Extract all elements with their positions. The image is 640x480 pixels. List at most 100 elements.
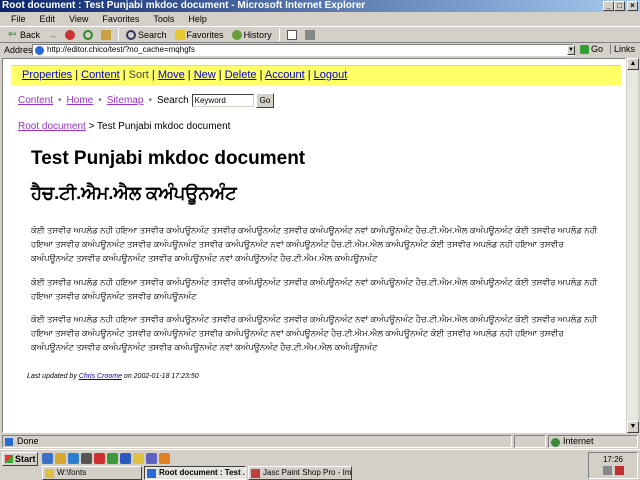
menu-tools[interactable]: Tools bbox=[146, 14, 181, 24]
page-icon bbox=[35, 46, 44, 55]
taskbar: Start W:\fonts Root document : Test ... … bbox=[0, 449, 640, 480]
stop-button[interactable] bbox=[61, 29, 79, 40]
menu-bar: File Edit View Favorites Tools Help bbox=[0, 12, 640, 26]
scroll-down-button[interactable]: ▼ bbox=[627, 421, 639, 433]
windows-logo-icon bbox=[5, 455, 13, 463]
menu-help[interactable]: Help bbox=[181, 14, 214, 24]
favorites-button[interactable]: Favorites bbox=[171, 29, 228, 40]
back-arrow-icon: ⇦ bbox=[8, 28, 17, 40]
home-icon bbox=[101, 29, 112, 40]
go-button[interactable]: Go bbox=[580, 44, 603, 54]
maximize-button[interactable]: □ bbox=[614, 1, 625, 11]
quicklaunch-icon[interactable] bbox=[146, 453, 157, 464]
browser-toolbar: ⇦ Back → Search Favorites History bbox=[0, 26, 640, 43]
start-button[interactable]: Start bbox=[2, 452, 38, 466]
status-panel bbox=[514, 435, 546, 448]
menu-view[interactable]: View bbox=[62, 14, 95, 24]
print-button[interactable] bbox=[301, 29, 319, 40]
cms-properties-link[interactable]: Properties bbox=[22, 69, 72, 81]
quicklaunch-icon[interactable] bbox=[120, 453, 131, 464]
menu-file[interactable]: File bbox=[4, 14, 33, 24]
vertical-scrollbar[interactable]: ▲ ▼ bbox=[626, 58, 639, 433]
quick-launch bbox=[42, 453, 170, 464]
status-bar: Done Internet bbox=[0, 434, 640, 449]
quicklaunch-icon[interactable] bbox=[42, 453, 53, 464]
toolbar-separator bbox=[118, 28, 120, 41]
back-button[interactable]: ⇦ Back bbox=[4, 28, 44, 40]
quicklaunch-icon[interactable] bbox=[94, 453, 105, 464]
breadcrumb: Root document > Test Punjabi mkdoc docum… bbox=[18, 121, 231, 132]
menu-favorites[interactable]: Favorites bbox=[95, 14, 146, 24]
cms-sort-label: Sort bbox=[128, 69, 149, 81]
menu-edit[interactable]: Edit bbox=[33, 14, 63, 24]
page-done-icon bbox=[5, 438, 13, 446]
quicklaunch-icon[interactable] bbox=[159, 453, 170, 464]
quicklaunch-icon[interactable] bbox=[107, 453, 118, 464]
browser-icon bbox=[147, 469, 156, 478]
paragraph: ਕੋਈ ਤਸਵੀਰ ਅਪਲੋਡ ਨਹੀ ਹਇਆ ਤਸਵੀਰ ਕਅੰਪਊਨਅੰਟ … bbox=[31, 225, 598, 263]
stop-icon bbox=[65, 29, 76, 40]
paragraph: ਕੋਈ ਤਸਵੀਰ ਅਪਲੋਡ ਨਹੀ ਹਇਆ ਤਸਵੀਰ ਕਅੰਪਊਨਅੰਟ … bbox=[31, 314, 598, 352]
paintshop-icon bbox=[251, 469, 260, 478]
nav-home-link[interactable]: Home bbox=[67, 95, 94, 106]
quicklaunch-icon[interactable] bbox=[81, 453, 92, 464]
home-button[interactable] bbox=[97, 29, 115, 40]
internet-zone-icon bbox=[551, 438, 560, 447]
search-go-button[interactable]: Go bbox=[255, 93, 275, 108]
scroll-up-button[interactable]: ▲ bbox=[627, 58, 639, 70]
last-updated: Last updated by Chris Croome on 2002-01-… bbox=[27, 373, 199, 380]
cms-content-link[interactable]: Content bbox=[81, 69, 120, 81]
search-input[interactable]: Keyword bbox=[191, 94, 254, 107]
window-title: Root document : Test Punjabi mkdoc docum… bbox=[2, 0, 366, 11]
status-text-panel: Done bbox=[2, 435, 512, 448]
cms-delete-link[interactable]: Delete bbox=[225, 69, 257, 81]
history-button[interactable]: History bbox=[228, 29, 276, 40]
window-titlebar: Root document : Test Punjabi mkdoc docum… bbox=[0, 0, 640, 12]
cms-menu-bar: Properties | Content | Sort | Move | New… bbox=[11, 65, 621, 85]
links-button[interactable]: Links bbox=[610, 44, 635, 54]
mail-button[interactable] bbox=[283, 29, 301, 40]
quicklaunch-icon[interactable] bbox=[55, 453, 66, 464]
quicklaunch-icon[interactable] bbox=[133, 453, 144, 464]
breadcrumb-current: Test Punjabi mkdoc document bbox=[97, 121, 231, 132]
address-bar: Address http://editor.chico/test/?no_cac… bbox=[0, 43, 640, 57]
status-text: Done bbox=[17, 436, 39, 446]
task-button-paintshop[interactable]: Jasc Paint Shop Pro - Ima... bbox=[248, 466, 352, 480]
task-button-browser[interactable]: Root document : Test ... bbox=[144, 466, 246, 480]
system-tray: 17:26 bbox=[588, 452, 638, 479]
window-controls: _ □ × bbox=[603, 1, 638, 11]
cms-new-link[interactable]: New bbox=[194, 69, 216, 81]
search-button[interactable]: Search bbox=[122, 29, 171, 40]
language-icon[interactable] bbox=[614, 466, 624, 475]
cms-move-link[interactable]: Move bbox=[158, 69, 185, 81]
search-icon bbox=[126, 29, 137, 40]
cms-account-link[interactable]: Account bbox=[265, 69, 305, 81]
breadcrumb-root-link[interactable]: Root document bbox=[18, 121, 86, 132]
close-button[interactable]: × bbox=[627, 1, 638, 11]
search-label: Search bbox=[156, 95, 189, 106]
author-link[interactable]: Chris Croome bbox=[79, 373, 122, 380]
clock[interactable]: 17:26 bbox=[589, 455, 637, 464]
quicklaunch-icon[interactable] bbox=[68, 453, 79, 464]
page-title: Test Punjabi mkdoc document bbox=[31, 148, 306, 169]
forward-button[interactable]: → bbox=[44, 30, 61, 40]
page-subtitle: ਹੈਚ.ਟੀ.ਐਮ.ਐਲ ਕਅੰਪਊਨਅੰਟ bbox=[31, 183, 237, 203]
task-button-fonts[interactable]: W:\fonts bbox=[42, 466, 142, 480]
history-icon bbox=[231, 29, 242, 40]
zone-text: Internet bbox=[563, 436, 594, 446]
nav-sitemap-link[interactable]: Sitemap bbox=[107, 95, 144, 106]
folder-icon bbox=[45, 469, 54, 478]
nav-content-link[interactable]: Content bbox=[18, 95, 53, 106]
paragraph: ਕੋਈ ਤਸਵੀਰ ਅਪਲੋਡ ਨਹੀ ਹਇਆ ਤਸਵੀਰ ਕਅੰਪਊਨਅੰਟ … bbox=[31, 277, 598, 301]
refresh-button[interactable] bbox=[79, 29, 97, 40]
refresh-icon bbox=[83, 29, 94, 40]
security-zone-panel: Internet bbox=[548, 435, 638, 448]
address-url: http://editor.chico/test/?no_cache=mqhgf… bbox=[47, 45, 195, 54]
address-dropdown-button[interactable]: ▼ bbox=[567, 45, 575, 55]
minimize-button[interactable]: _ bbox=[603, 1, 614, 11]
volume-icon[interactable] bbox=[602, 466, 612, 475]
cms-logout-link[interactable]: Logout bbox=[314, 69, 348, 81]
address-input[interactable]: http://editor.chico/test/?no_cache=mqhgf… bbox=[32, 44, 574, 56]
mail-icon bbox=[286, 29, 297, 40]
go-arrow-icon bbox=[580, 44, 589, 54]
